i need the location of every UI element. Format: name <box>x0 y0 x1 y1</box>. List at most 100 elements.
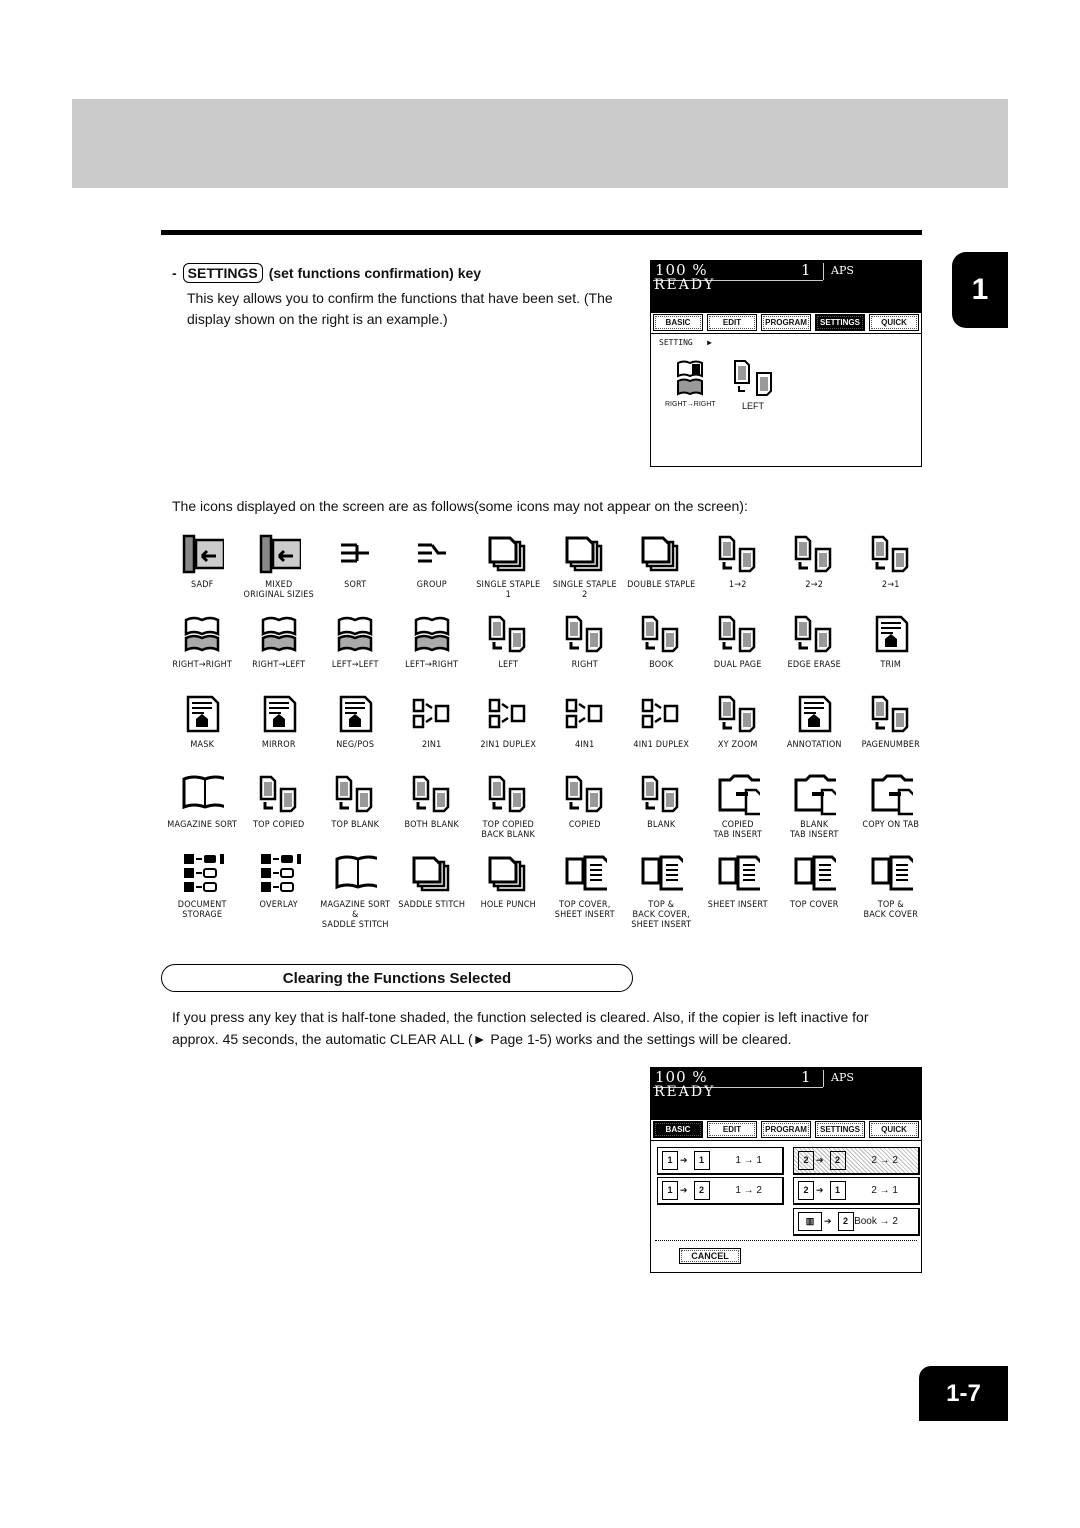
icon-legend-item: DOCUMENT STORAGE <box>164 852 241 932</box>
book-right-right-icon <box>180 612 224 656</box>
bullet: - <box>172 265 177 281</box>
icon-legend-item: 2→1 <box>853 532 930 612</box>
tab-edit[interactable]: EDIT <box>707 1121 757 1138</box>
icon-legend-item: TOP COVER <box>776 852 853 932</box>
icon-legend-label: MIXED ORIGINAL SIZIES <box>243 580 314 600</box>
copies-readout: 1 <box>801 1068 811 1086</box>
tab-program[interactable]: PROGRAM <box>761 314 811 331</box>
icon-legend-label: 4IN1 DUPLEX <box>633 740 690 750</box>
icon-legend-item: TOP & BACK COVER, SHEET INSERT <box>623 852 700 932</box>
icon-legend-label: COPIED TAB INSERT <box>713 820 763 840</box>
mode-label: Book → 2 <box>854 1216 898 1227</box>
icon-legend-item: HOLE PUNCH <box>470 852 547 932</box>
copies-readout: 1 <box>801 261 811 279</box>
blank-icon <box>639 772 683 816</box>
tab-quick[interactable]: QUICK <box>869 1121 919 1138</box>
edge-erase-icon <box>792 612 836 656</box>
icon-legend-item: XY ZOOM <box>700 692 777 772</box>
both-blank-icon <box>410 772 454 816</box>
book-original-icon: ▥ <box>798 1212 822 1231</box>
4in1-duplex-icon <box>639 692 683 736</box>
icon-legend-item: 2IN1 DUPLEX <box>470 692 547 772</box>
icon-legend-label: MIRROR <box>261 740 296 750</box>
icon-legend-label: SADDLE STITCH <box>398 900 466 910</box>
tab-settings[interactable]: SETTINGS <box>815 1121 865 1138</box>
icon-legend-item: TOP & BACK COVER <box>853 852 930 932</box>
book-left-right-icon <box>410 612 454 656</box>
copy-page-icon: 2 <box>693 1181 710 1200</box>
magazine-sort-saddle-stitch-icon <box>333 852 378 896</box>
original-page-icon: 1 <box>662 1151 678 1170</box>
icon-legend-label: 1→2 <box>728 580 747 590</box>
top-copied-icon <box>257 772 301 816</box>
icon-legend-item: BLANK <box>623 772 700 852</box>
icon-legend-label: PAGENUMBER <box>861 740 920 750</box>
section-heading: Clearing the Functions Selected <box>161 964 633 992</box>
settings-key-heading: - SETTINGS (set functions confirmation) … <box>172 263 481 283</box>
icon-legend-label: SHEET INSERT <box>707 900 768 910</box>
dual-page-icon <box>716 612 760 656</box>
icon-legend-item: TOP COVER, SHEET INSERT <box>547 852 624 932</box>
icon-legend-label: LEFT→RIGHT <box>405 660 459 670</box>
icon-legend-item: NEG/POS <box>317 692 394 772</box>
divider <box>655 1240 917 1241</box>
icon-legend-label: XY ZOOM <box>717 740 758 750</box>
icon-legend-item: EDGE ERASE <box>776 612 853 692</box>
duplex-1-2-icon <box>716 532 760 576</box>
icon-legend-item: 1→2 <box>700 532 777 612</box>
icon-legend-item: COPIED <box>547 772 624 852</box>
icon-legend-item: DOUBLE STAPLE <box>623 532 700 612</box>
section-rule <box>161 230 922 235</box>
mode-2-1-button[interactable]: 2 ➔ 1 2 → 1 <box>793 1177 920 1205</box>
icon-legend-label: MASK <box>190 740 215 750</box>
top-copied-back-blank-icon <box>486 772 530 816</box>
lcd-status: 100 % 1 APS READY <box>651 261 921 313</box>
setting-icon-item: LEFT <box>731 357 775 411</box>
tab-edit[interactable]: EDIT <box>707 314 757 331</box>
copy-page-icon: 1 <box>829 1181 846 1200</box>
icons-intro: The icons displayed on the screen are as… <box>172 498 748 514</box>
setting-icon-item: RIGHT→RIGHT <box>665 359 716 408</box>
icon-row: MAGAZINE SORT TOP COPIED TOP BLANK BOTH BLA… <box>164 772 929 852</box>
icon-legend-item: 2IN1 <box>394 692 471 772</box>
neg-pos-icon <box>333 692 377 736</box>
2in1-icon <box>410 692 454 736</box>
mode-1-2-button[interactable]: 1 ➔ 2 1 → 2 <box>657 1177 784 1205</box>
sort-icon <box>333 532 377 576</box>
icon-legend-item: TOP COPIED <box>241 772 318 852</box>
icon-legend-label: 2IN1 <box>421 740 442 750</box>
icon-legend-item: OVERLAY <box>241 852 318 932</box>
mixed-original-sizes-icon <box>257 532 301 576</box>
setting-icon-label: RIGHT→RIGHT <box>665 401 716 408</box>
mode-label: 2 → 2 <box>871 1155 898 1166</box>
arrow-icon: ➔ <box>824 1216 832 1226</box>
mode-1-1-button[interactable]: 1 ➔ 1 1 → 1 <box>657 1147 784 1175</box>
mode-2-2-button[interactable]: 2 ➔ 2 2 → 2 <box>793 1147 920 1175</box>
icon-legend-label: RIGHT→LEFT <box>252 660 306 670</box>
icon-legend-label: TOP BLANK <box>331 820 380 830</box>
icon-legend-label: RIGHT→RIGHT <box>172 660 233 670</box>
tab-basic[interactable]: BASIC <box>653 314 703 331</box>
icon-legend-label: TOP COPIED <box>253 820 305 830</box>
icon-legend-label: GROUP <box>416 580 447 590</box>
icon-legend-label: 2→1 <box>881 580 900 590</box>
tab-program[interactable]: PROGRAM <box>761 1121 811 1138</box>
book-right-right-icon <box>677 360 704 396</box>
saddle-stitch-icon <box>410 852 454 896</box>
double-staple-icon <box>639 532 683 576</box>
binding-right-icon <box>563 612 607 656</box>
tab-basic[interactable]: BASIC <box>653 1121 703 1138</box>
overlay-icon <box>257 852 301 896</box>
icon-legend-item: TOP BLANK <box>317 772 394 852</box>
settings-screen-panel: 100 % 1 APS READY BASIC EDIT PROGRAM SET… <box>650 260 922 467</box>
panel-tabs: BASIC EDIT PROGRAM SETTINGS QUICK <box>651 1121 921 1141</box>
icon-legend-item: RIGHT→RIGHT <box>164 612 241 692</box>
mode-book-2-button[interactable]: ▥ ➔ 2 Book → 2 <box>793 1208 920 1236</box>
cancel-button[interactable]: CANCEL <box>679 1248 741 1264</box>
icon-legend-label: SORT <box>344 580 367 590</box>
icon-legend-label: TOP COVER <box>789 900 839 910</box>
tab-settings[interactable]: SETTINGS <box>815 314 865 331</box>
icon-legend-item: TRIM <box>853 612 930 692</box>
tab-quick[interactable]: QUICK <box>869 314 919 331</box>
icon-legend-item: MAGAZINE SORT & SADDLE STITCH <box>317 852 394 932</box>
